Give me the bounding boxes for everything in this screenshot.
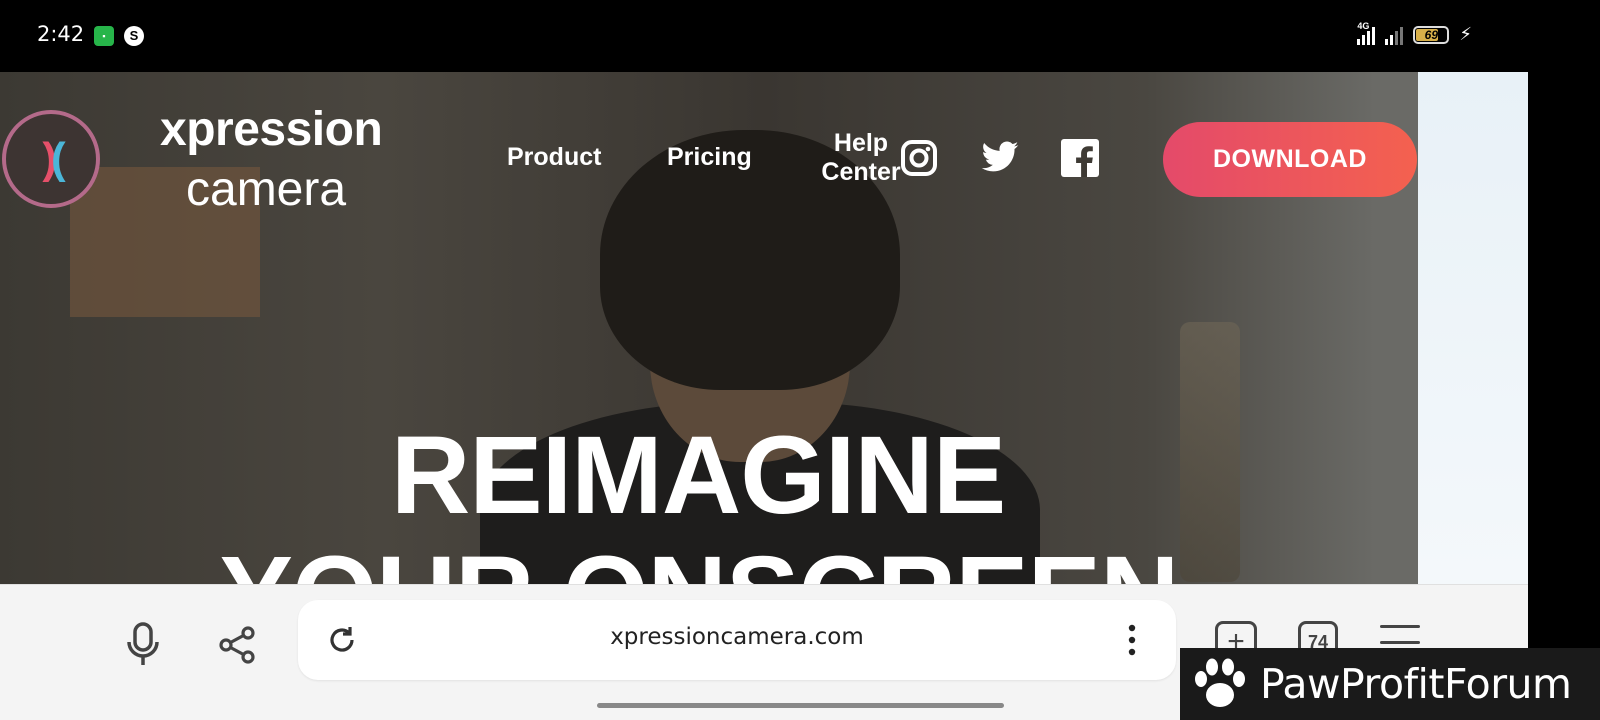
logo-mark-icon: )( (42, 134, 65, 183)
site-logo[interactable]: )( (2, 110, 100, 208)
charging-icon: ⚡ (1459, 24, 1472, 44)
status-time: 2:42 (37, 22, 85, 46)
instagram-icon[interactable] (899, 138, 939, 178)
brand-name-bottom[interactable]: camera (186, 162, 346, 217)
nav-help-line2: Center (821, 158, 901, 186)
screen-edge (1528, 72, 1600, 646)
url-text[interactable]: xpressioncamera.com (298, 624, 1176, 650)
battery-icon: 69 (1413, 25, 1450, 44)
download-button[interactable]: DOWNLOAD (1163, 122, 1417, 197)
twitter-icon[interactable] (980, 138, 1020, 178)
page-right-panel (1418, 72, 1528, 584)
nav-pricing-link[interactable]: Pricing (667, 143, 752, 172)
paw-icon (1180, 648, 1260, 720)
nav-help-line1: Help (833, 129, 889, 157)
webpage-viewport[interactable]: )( xpression camera Product Pricing Help… (0, 72, 1528, 584)
signal-secondary-icon (1385, 25, 1404, 45)
hero-heading-line2: YOUR ONSCREEN (0, 532, 1418, 584)
battery-level: 69 (1424, 27, 1439, 42)
status-indicators: 4G 69 ⚡ (1357, 21, 1472, 45)
facebook-icon[interactable] (1060, 138, 1100, 178)
brand-name-top[interactable]: xpression (160, 102, 383, 157)
address-bar[interactable]: xpressioncamera.com (298, 600, 1176, 680)
home-indicator[interactable] (597, 703, 1004, 708)
signal-4g-icon: 4G (1357, 21, 1376, 45)
watermark: PawProfitForum (1180, 648, 1600, 720)
share-icon[interactable] (212, 620, 262, 670)
android-app-notification-icon: ▪ (94, 26, 114, 46)
status-bar: 2:42 ▪ S 4G 69 ⚡ (0, 0, 1600, 72)
hero-heading-line1: REIMAGINE (390, 414, 1006, 537)
s-app-notification-icon: S (124, 26, 144, 46)
nav-help-center-link[interactable]: Help Center (816, 129, 906, 187)
more-options-icon[interactable] (1110, 618, 1154, 662)
nav-product-link[interactable]: Product (507, 143, 601, 172)
watermark-text: PawProfitForum (1260, 660, 1572, 708)
microphone-icon[interactable] (118, 620, 168, 670)
